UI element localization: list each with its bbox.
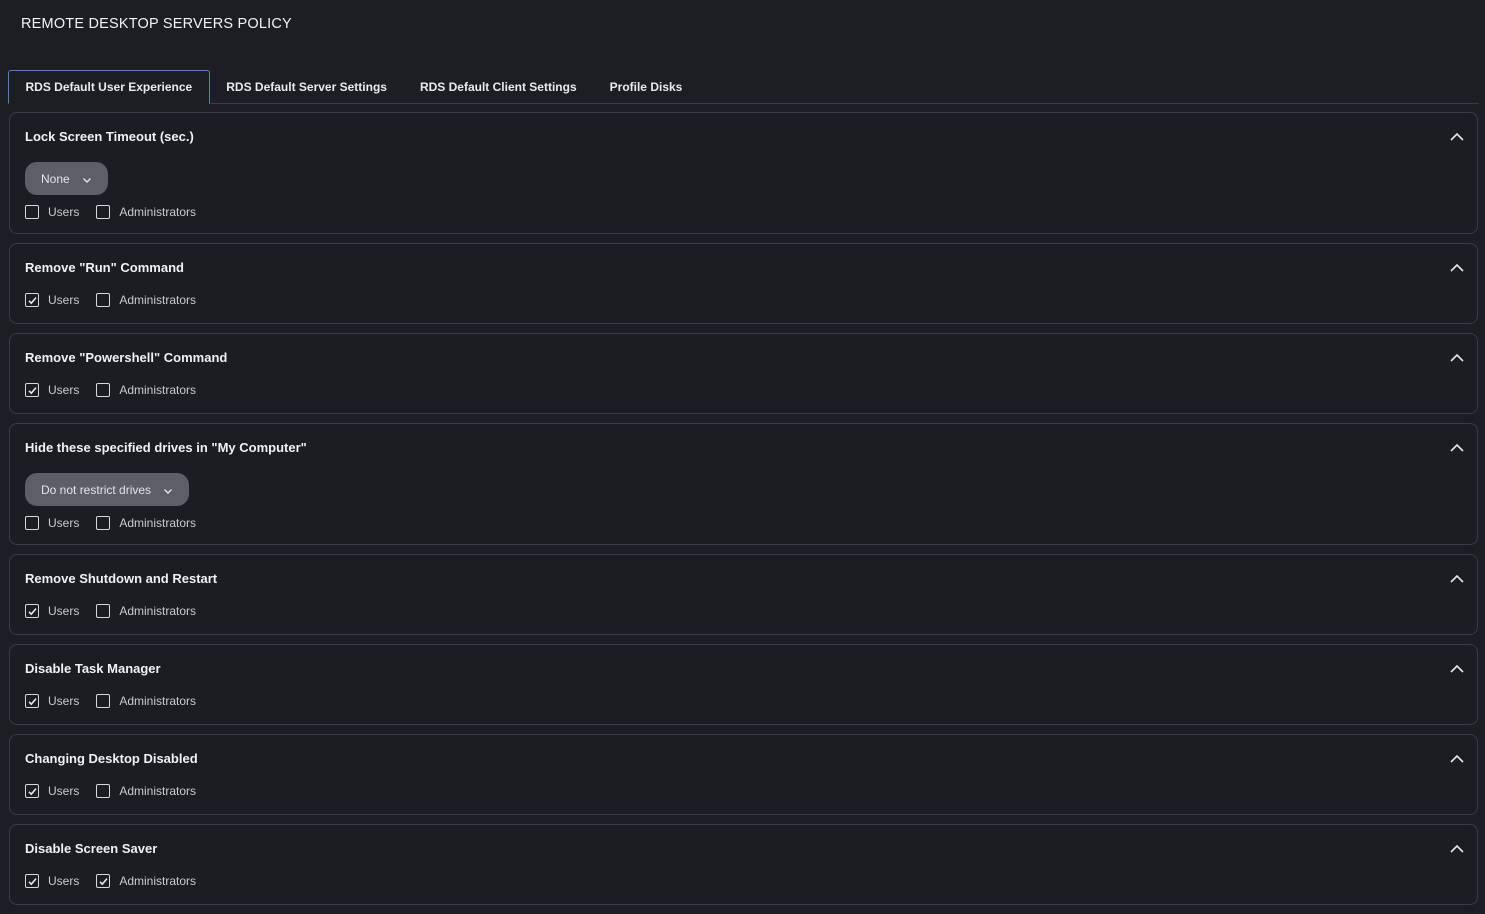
- users-checkbox[interactable]: Users: [25, 383, 79, 397]
- chevron-up-icon[interactable]: [1449, 661, 1465, 677]
- scope-checkboxes: Users Administrators: [25, 692, 1462, 710]
- policy-panel: Disable Screen Saver Users Administrators: [9, 824, 1478, 905]
- users-label: Users: [48, 694, 80, 708]
- chevron-up-icon[interactable]: [1449, 751, 1465, 767]
- chevron-up-icon[interactable]: [1449, 260, 1465, 276]
- checkbox-box[interactable]: [96, 293, 111, 307]
- administrators-label: Administrators: [119, 205, 197, 219]
- users-label: Users: [48, 874, 80, 888]
- chevron-up-icon[interactable]: [1449, 841, 1465, 857]
- administrators-label: Administrators: [119, 784, 197, 798]
- administrators-checkbox[interactable]: Administrators: [96, 383, 196, 397]
- administrators-checkbox[interactable]: Administrators: [96, 205, 196, 219]
- chevron-up-icon[interactable]: [1449, 129, 1465, 145]
- scope-checkboxes: Users Administrators: [25, 514, 1462, 532]
- policy-dropdown[interactable]: None: [25, 162, 108, 195]
- scope-checkboxes: Users Administrators: [25, 602, 1462, 620]
- checkbox-box[interactable]: [25, 516, 39, 530]
- scope-checkboxes: Users Administrators: [25, 381, 1462, 399]
- checkbox-box[interactable]: [96, 383, 111, 397]
- users-label: Users: [48, 293, 80, 307]
- checkbox-box[interactable]: [25, 694, 39, 708]
- chevron-up-icon[interactable]: [1449, 350, 1465, 366]
- policy-panel: Remove Shutdown and Restart Users Administ…: [9, 554, 1478, 635]
- administrators-label: Administrators: [119, 874, 197, 888]
- tab-profile-disks[interactable]: Profile Disks: [593, 70, 699, 104]
- scope-checkboxes: Users Administrators: [25, 203, 1462, 221]
- administrators-label: Administrators: [119, 516, 197, 530]
- users-label: Users: [48, 383, 80, 397]
- dropdown-value: Do not restrict drives: [41, 482, 152, 497]
- checkbox-box[interactable]: [25, 205, 39, 219]
- administrators-checkbox[interactable]: Administrators: [96, 604, 196, 618]
- chevron-down-icon: [163, 485, 173, 495]
- users-checkbox[interactable]: Users: [25, 293, 79, 307]
- administrators-checkbox[interactable]: Administrators: [96, 874, 196, 888]
- tab-rds-default-client-settings[interactable]: RDS Default Client Settings: [403, 70, 593, 104]
- users-checkbox[interactable]: Users: [25, 784, 79, 798]
- checkbox-box[interactable]: [96, 784, 111, 798]
- policy-title: Changing Desktop Disabled: [25, 751, 198, 766]
- administrators-checkbox[interactable]: Administrators: [96, 694, 196, 708]
- users-checkbox[interactable]: Users: [25, 694, 79, 708]
- administrators-checkbox[interactable]: Administrators: [96, 516, 196, 530]
- checkbox-box[interactable]: [96, 516, 111, 530]
- policy-title: Disable Screen Saver: [25, 841, 158, 856]
- checkbox-box[interactable]: [25, 383, 39, 397]
- administrators-label: Administrators: [119, 383, 197, 397]
- policy-panel: Changing Desktop Disabled Users Administra…: [9, 734, 1478, 815]
- page-title: REMOTE DESKTOP SERVERS POLICY: [21, 16, 292, 32]
- checkbox-box[interactable]: [25, 604, 39, 618]
- users-label: Users: [48, 604, 80, 618]
- checkbox-box[interactable]: [25, 293, 39, 307]
- policy-title: Remove "Run" Command: [25, 260, 184, 275]
- administrators-checkbox[interactable]: Administrators: [96, 784, 196, 798]
- policy-panel: Remove "Run" Command Users Administrators: [9, 243, 1478, 324]
- checkbox-box[interactable]: [96, 205, 111, 219]
- administrators-label: Administrators: [119, 604, 197, 618]
- policy-title: Remove Shutdown and Restart: [25, 571, 218, 586]
- dropdown-value: None: [41, 171, 70, 186]
- tab-rds-default-user-experience[interactable]: RDS Default User Experience: [8, 70, 210, 104]
- policy-panel: Remove "Powershell" Command Users Administ…: [9, 333, 1478, 414]
- administrators-checkbox[interactable]: Administrators: [96, 293, 196, 307]
- checkbox-box[interactable]: [96, 604, 111, 618]
- users-label: Users: [48, 784, 80, 798]
- checkbox-box[interactable]: [25, 784, 39, 798]
- policy-list: Lock Screen Timeout (sec.) None Users Admin…: [9, 112, 1478, 914]
- administrators-label: Administrators: [119, 694, 197, 708]
- users-label: Users: [48, 516, 80, 530]
- chevron-up-icon[interactable]: [1449, 440, 1465, 456]
- tab-bar: RDS Default User Experience RDS Default …: [8, 70, 1479, 104]
- policy-title: Disable Task Manager: [25, 661, 161, 676]
- policy-title: Hide these specified drives in "My Compu…: [25, 440, 307, 455]
- checkbox-box[interactable]: [96, 874, 111, 888]
- policy-panel: Disable Task Manager Users Administrators: [9, 644, 1478, 725]
- users-checkbox[interactable]: Users: [25, 516, 79, 530]
- policy-title: Remove "Powershell" Command: [25, 350, 228, 365]
- policy-title: Lock Screen Timeout (sec.): [25, 129, 194, 144]
- scope-checkboxes: Users Administrators: [25, 291, 1462, 309]
- users-checkbox[interactable]: Users: [25, 874, 79, 888]
- chevron-down-icon: [82, 174, 92, 184]
- users-checkbox[interactable]: Users: [25, 604, 79, 618]
- policy-panel: Hide these specified drives in "My Compu…: [9, 423, 1478, 545]
- checkbox-box[interactable]: [25, 874, 39, 888]
- policy-panel: Lock Screen Timeout (sec.) None Users Admin…: [9, 112, 1478, 234]
- tab-rds-default-server-settings[interactable]: RDS Default Server Settings: [210, 70, 404, 104]
- scope-checkboxes: Users Administrators: [25, 872, 1462, 890]
- scope-checkboxes: Users Administrators: [25, 782, 1462, 800]
- administrators-label: Administrators: [119, 293, 197, 307]
- policy-dropdown[interactable]: Do not restrict drives: [25, 473, 190, 506]
- users-checkbox[interactable]: Users: [25, 205, 79, 219]
- users-label: Users: [48, 205, 80, 219]
- checkbox-box[interactable]: [96, 694, 111, 708]
- chevron-up-icon[interactable]: [1449, 571, 1465, 587]
